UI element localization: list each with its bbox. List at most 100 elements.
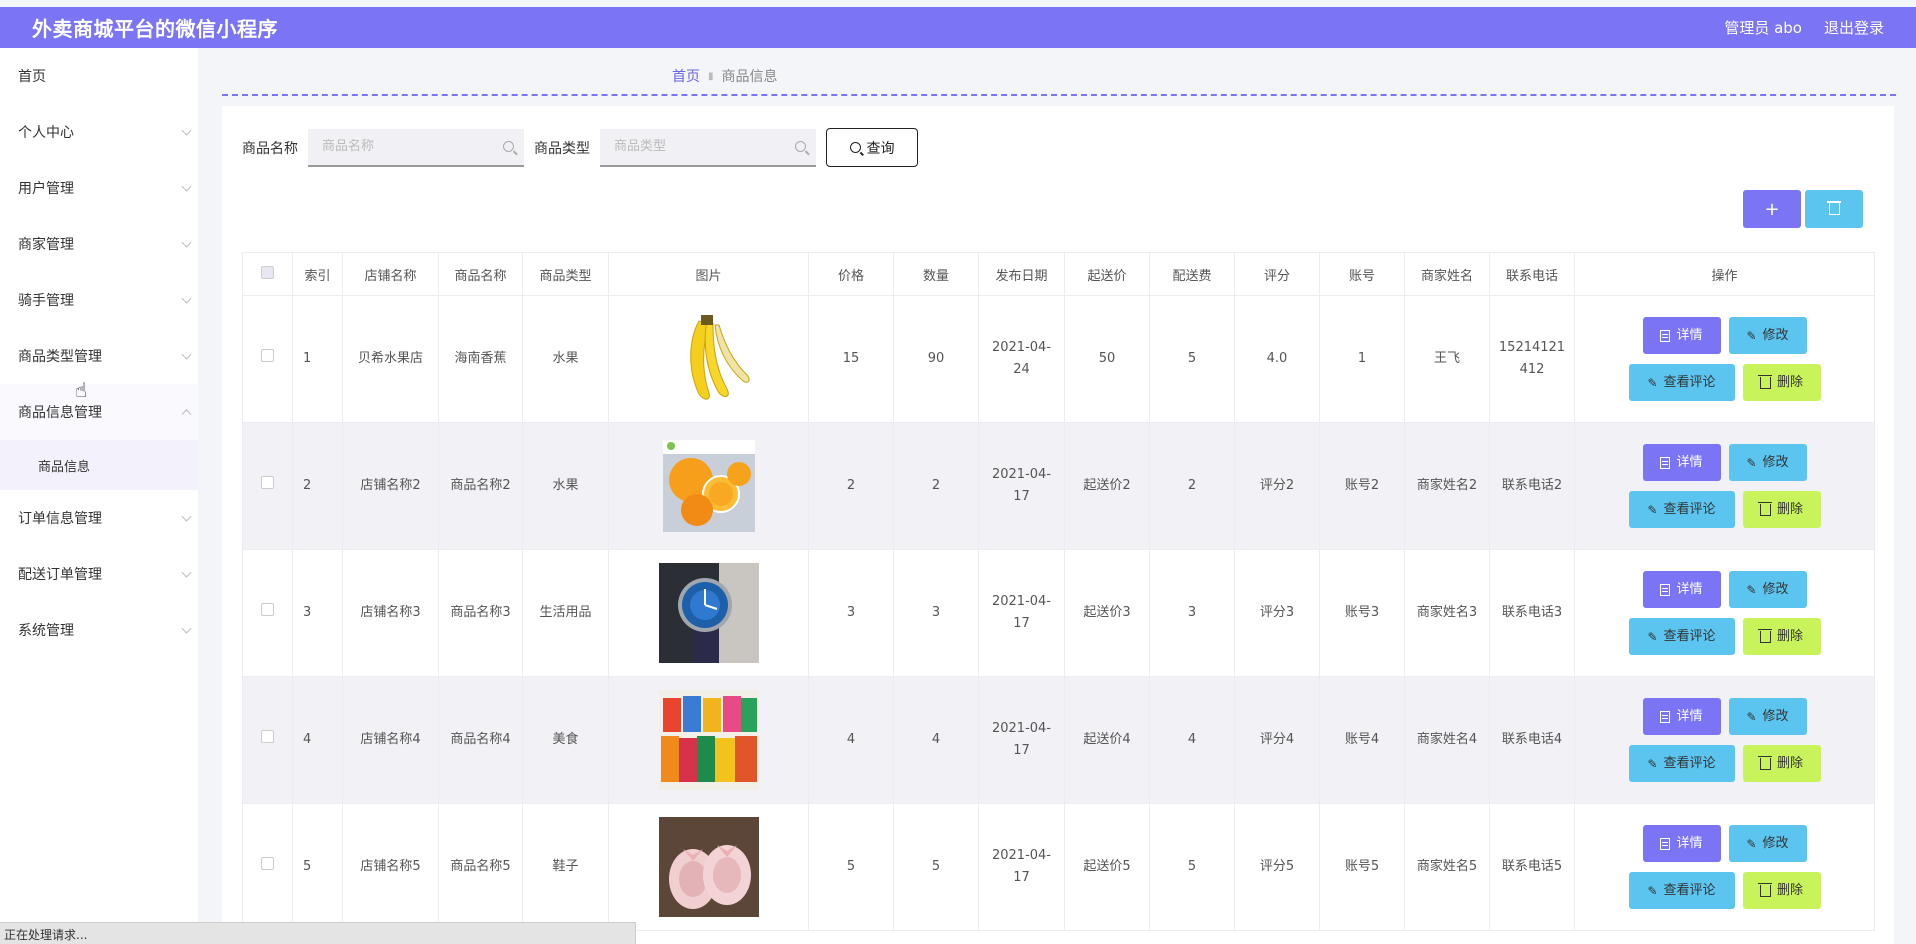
table-row[interactable]: 2 店铺名称2 商品名称2 水果 2 2 2021-04-17 起送价2 2 评分2 账号2 商家姓名… — [242, 422, 1875, 550]
row-select-cell[interactable] — [242, 676, 293, 804]
cell-delivery-fee: 5 — [1149, 803, 1235, 931]
cell-min-order: 起送价5 — [1064, 803, 1150, 931]
column-header: 账号 — [1319, 252, 1405, 296]
view-reviews-button[interactable]: ✎ 查看评论 — [1628, 745, 1735, 782]
cell-index: 4 — [292, 676, 343, 804]
row-checkbox[interactable] — [261, 349, 274, 362]
sidebar-item-delivery[interactable]: 配送订单管理 — [0, 546, 198, 602]
cell-account: 1 — [1319, 295, 1405, 423]
cell-min-order: 起送价4 — [1064, 676, 1150, 804]
delete-button[interactable]: 删除 — [1742, 364, 1821, 401]
edit-button[interactable]: ✎ 修改 — [1728, 317, 1807, 354]
sidebar-item-merchants[interactable]: 商家管理 — [0, 216, 198, 272]
name-search-input[interactable] — [322, 139, 503, 154]
detail-button[interactable]: 详情 — [1642, 317, 1721, 354]
document-icon — [1660, 710, 1671, 723]
column-header: 索引 — [292, 252, 343, 296]
sidebar-item-label: 个人中心 — [18, 125, 74, 141]
row-checkbox[interactable] — [261, 603, 274, 616]
sidebar-item-profile[interactable]: 个人中心 — [0, 104, 198, 160]
delete-label: 删除 — [1776, 628, 1803, 644]
chevron-up-icon — [181, 409, 192, 420]
table-row[interactable]: 3 店铺名称3 商品名称3 生活用品 3 3 2021-04-17 起送价3 3 评分3 账号3 商家… — [242, 549, 1875, 677]
sidebar-item-system[interactable]: 系统管理 — [0, 602, 198, 658]
edit-icon: ✎ — [1647, 883, 1658, 898]
delete-button[interactable]: 删除 — [1742, 745, 1821, 782]
table-row[interactable]: 4 店铺名称4 商品名称4 美食 4 4 2021-04-17 起送价4 4 评分4 账号4 商家姓名… — [242, 676, 1875, 804]
user-label[interactable]: 管理员 abo — [1724, 17, 1802, 38]
sidebar-item-product-info[interactable]: 商品信息管理 — [0, 384, 198, 440]
edit-button[interactable]: ✎ 修改 — [1728, 444, 1807, 481]
delete-button[interactable]: 删除 — [1742, 491, 1821, 528]
cell-quantity: 2 — [893, 422, 979, 550]
chevron-down-icon — [181, 511, 192, 522]
row-select-cell[interactable] — [242, 803, 293, 931]
product-image[interactable] — [659, 436, 759, 536]
detail-button[interactable]: 详情 — [1642, 444, 1721, 481]
delete-button[interactable]: 删除 — [1742, 872, 1821, 909]
view-reviews-button[interactable]: ✎ 查看评论 — [1628, 364, 1735, 401]
sidebar-item-product-types[interactable]: 商品类型管理 — [0, 328, 198, 384]
view-reviews-button[interactable]: ✎ 查看评论 — [1628, 491, 1735, 528]
type-search-field[interactable] — [600, 128, 816, 167]
delete-button[interactable]: 删除 — [1742, 618, 1821, 655]
edit-button[interactable]: ✎ 修改 — [1728, 571, 1807, 608]
product-image[interactable] — [658, 690, 759, 790]
edit-icon: ✎ — [1647, 502, 1658, 517]
row-checkbox[interactable] — [261, 476, 274, 489]
view-reviews-button[interactable]: ✎ 查看评论 — [1628, 872, 1735, 909]
cell-product-name: 商品名称5 — [438, 803, 523, 931]
sidebar-item-users[interactable]: 用户管理 — [0, 160, 198, 216]
detail-label: 详情 — [1676, 835, 1703, 851]
logout-button[interactable]: 退出登录 — [1824, 17, 1884, 38]
cell-product-type: 美食 — [522, 676, 609, 804]
batch-delete-button[interactable] — [1805, 190, 1863, 228]
row-select-cell[interactable] — [242, 549, 293, 677]
cell-product-type: 水果 — [522, 295, 609, 423]
document-icon — [1660, 329, 1671, 342]
edit-button[interactable]: ✎ 修改 — [1728, 698, 1807, 735]
select-all-cell[interactable] — [242, 252, 293, 296]
breadcrumb-separator-icon: ▮ — [708, 70, 714, 82]
review-label: 查看评论 — [1663, 882, 1716, 898]
type-search-input[interactable] — [614, 139, 795, 154]
query-button[interactable]: 查询 — [826, 128, 918, 167]
view-reviews-button[interactable]: ✎ 查看评论 — [1628, 618, 1735, 655]
add-button[interactable]: + — [1743, 190, 1801, 228]
product-image[interactable] — [658, 817, 759, 917]
cell-shop: 店铺名称3 — [342, 549, 439, 677]
column-header: 配送费 — [1149, 252, 1235, 296]
search-icon — [503, 141, 514, 152]
detail-button[interactable]: 详情 — [1642, 698, 1721, 735]
row-select-cell[interactable] — [242, 295, 293, 423]
column-header: 操作 — [1574, 252, 1875, 296]
sidebar-item-home[interactable]: 首页 — [0, 48, 198, 104]
breadcrumb-home[interactable]: 首页 — [672, 66, 700, 86]
cell-shop: 贝希水果店 — [342, 295, 439, 423]
product-image[interactable] — [658, 563, 759, 663]
edit-button[interactable]: ✎ 修改 — [1728, 825, 1807, 862]
row-checkbox[interactable] — [261, 857, 274, 870]
cell-merchant: 商家姓名4 — [1404, 676, 1490, 804]
column-header: 图片 — [608, 252, 809, 296]
detail-button[interactable]: 详情 — [1642, 825, 1721, 862]
select-all-checkbox[interactable] — [261, 265, 274, 279]
table-row[interactable]: 5 店铺名称5 商品名称5 鞋子 5 5 2021-04-17 起送价5 5 评分5 账号5 商家姓名… — [242, 803, 1875, 931]
row-select-cell[interactable] — [242, 422, 293, 550]
sidebar-subitem-product-info[interactable]: 商品信息 — [0, 440, 198, 490]
cell-image — [608, 295, 809, 423]
cell-phone: 15214121412 — [1489, 295, 1575, 423]
name-search-field[interactable] — [308, 128, 524, 167]
cell-price: 15 — [808, 295, 894, 423]
edit-icon: ✎ — [1746, 709, 1757, 724]
detail-button[interactable]: 详情 — [1642, 571, 1721, 608]
table-row[interactable]: 1 贝希水果店 海南香蕉 水果 15 90 2021-04-24 50 5 4.0 1 王飞 15214… — [242, 295, 1875, 423]
product-image[interactable] — [659, 309, 759, 409]
sidebar-item-orders[interactable]: 订单信息管理 — [0, 490, 198, 546]
sidebar-item-riders[interactable]: 骑手管理 — [0, 272, 198, 328]
detail-label: 详情 — [1676, 327, 1703, 343]
column-header: 发布日期 — [978, 252, 1065, 296]
row-checkbox[interactable] — [261, 730, 274, 743]
column-header: 商家姓名 — [1404, 252, 1490, 296]
trash-icon — [1757, 501, 1772, 516]
